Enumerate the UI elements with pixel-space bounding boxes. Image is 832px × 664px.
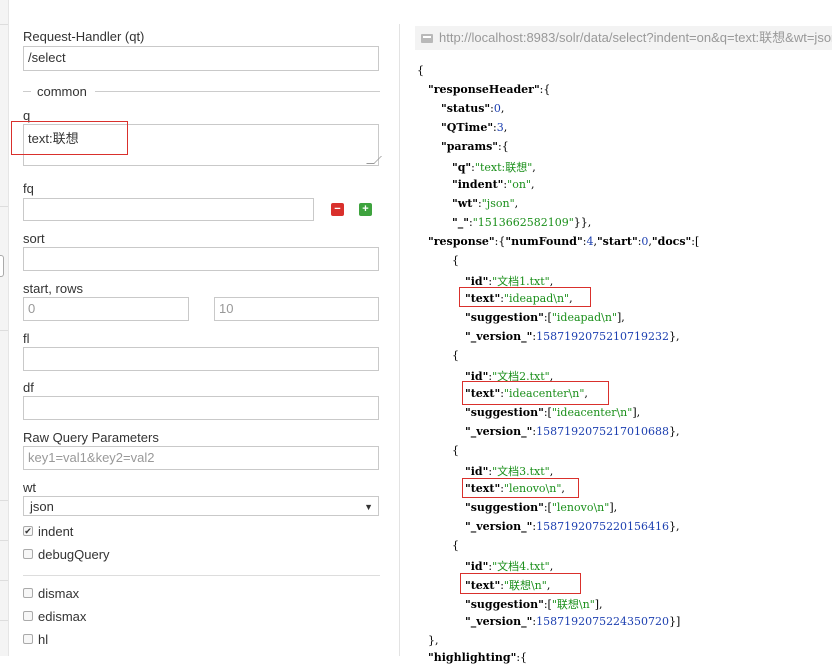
options-divider <box>23 575 380 576</box>
sort-label: sort <box>23 231 45 246</box>
fq-label: fq <box>23 181 34 196</box>
json-line: "status":0, <box>441 102 505 115</box>
annotation-box <box>462 478 579 498</box>
dismax-label: dismax <box>38 586 80 601</box>
df-label: df <box>23 380 34 395</box>
json-line: "_version_":1587192075224350720}] <box>465 615 681 628</box>
fl-input[interactable] <box>23 347 379 371</box>
check-icon: ✔ <box>24 526 32 536</box>
edismax-checkbox[interactable] <box>23 611 33 621</box>
annotation-box <box>11 121 128 155</box>
common-fieldset-line <box>95 91 380 92</box>
annotation-box <box>462 381 609 405</box>
json-line: "_version_":1587192075220156416}, <box>465 520 680 533</box>
json-line: "response":{"numFound":4,"start":0,"docs… <box>428 235 700 248</box>
start-rows-label: start, rows <box>23 281 83 296</box>
json-line: "suggestion":["ideapad\n"], <box>465 311 625 324</box>
json-line: "responseHeader":{ <box>428 83 551 96</box>
hl-checkbox[interactable] <box>23 634 33 644</box>
raw-query-label: Raw Query Parameters <box>23 430 159 445</box>
debugquery-label: debugQuery <box>38 547 110 562</box>
wt-select[interactable]: json ▼ <box>23 496 379 516</box>
fl-label: fl <box>23 331 30 346</box>
left-nav-strip <box>0 0 9 656</box>
edismax-label: edismax <box>38 609 87 624</box>
json-line: "_version_":1587192075210719232}, <box>465 330 680 343</box>
link-icon <box>421 34 433 43</box>
plus-icon: + <box>362 203 369 215</box>
fq-input[interactable] <box>23 198 314 221</box>
wt-label: wt <box>23 480 36 495</box>
raw-query-input[interactable]: key1=val1&key2=val2 <box>23 446 379 470</box>
common-legend: common <box>37 84 87 99</box>
add-fq-button[interactable]: + <box>359 203 372 216</box>
json-line: "id":"文档3.txt", <box>465 465 554 478</box>
chevron-down-icon: ▼ <box>364 502 373 512</box>
json-line: "suggestion":["lenovo\n"], <box>465 501 618 514</box>
rows-input[interactable]: 10 <box>214 297 379 321</box>
indent-checkbox[interactable]: ✔ <box>23 526 33 536</box>
common-fieldset-line <box>23 91 31 92</box>
annotation-box <box>459 287 591 307</box>
json-line: "id":"文档4.txt", <box>465 560 554 573</box>
nav-divider <box>0 620 8 621</box>
panel-divider <box>399 24 400 656</box>
sort-input[interactable] <box>23 247 379 271</box>
df-input[interactable] <box>23 396 379 420</box>
hl-label: hl <box>38 632 49 647</box>
json-line: "indent":"on", <box>452 178 535 191</box>
wt-selected-value: json <box>30 499 54 514</box>
request-handler-input[interactable]: /select <box>23 46 379 71</box>
json-line: "wt":"json", <box>452 197 519 210</box>
annotation-box <box>460 573 581 594</box>
request-url-bar[interactable]: http://localhost:8983/solr/data/select?i… <box>415 26 832 50</box>
nav-divider <box>0 580 8 581</box>
dismax-checkbox[interactable] <box>23 588 33 598</box>
nav-divider <box>0 330 8 331</box>
json-line: "params":{ <box>441 140 509 153</box>
json-line: "highlighting":{ <box>428 651 528 664</box>
json-line: "q":"text:联想", <box>452 161 536 174</box>
remove-fq-button[interactable]: − <box>331 203 344 216</box>
start-input[interactable]: 0 <box>23 297 189 321</box>
json-line: "QTime":3, <box>441 121 508 134</box>
nav-divider <box>0 500 8 501</box>
json-line: "suggestion":["联想\n"], <box>465 598 603 611</box>
indent-label: indent <box>38 524 74 539</box>
request-url-link[interactable]: http://localhost:8983/solr/data/select?i… <box>439 30 832 45</box>
nav-divider <box>0 540 8 541</box>
json-line: "_version_":1587192075217010688}, <box>465 425 680 438</box>
minus-icon: − <box>334 203 341 215</box>
nav-divider <box>0 24 8 25</box>
debugquery-checkbox[interactable] <box>23 549 33 559</box>
nav-divider <box>0 206 8 207</box>
json-line: "suggestion":["ideacenter\n"], <box>465 406 641 419</box>
json-line: "_":"1513662582109"}}, <box>452 216 592 229</box>
request-handler-label: Request-Handler (qt) <box>23 29 145 44</box>
collapse-handle[interactable] <box>0 255 4 277</box>
